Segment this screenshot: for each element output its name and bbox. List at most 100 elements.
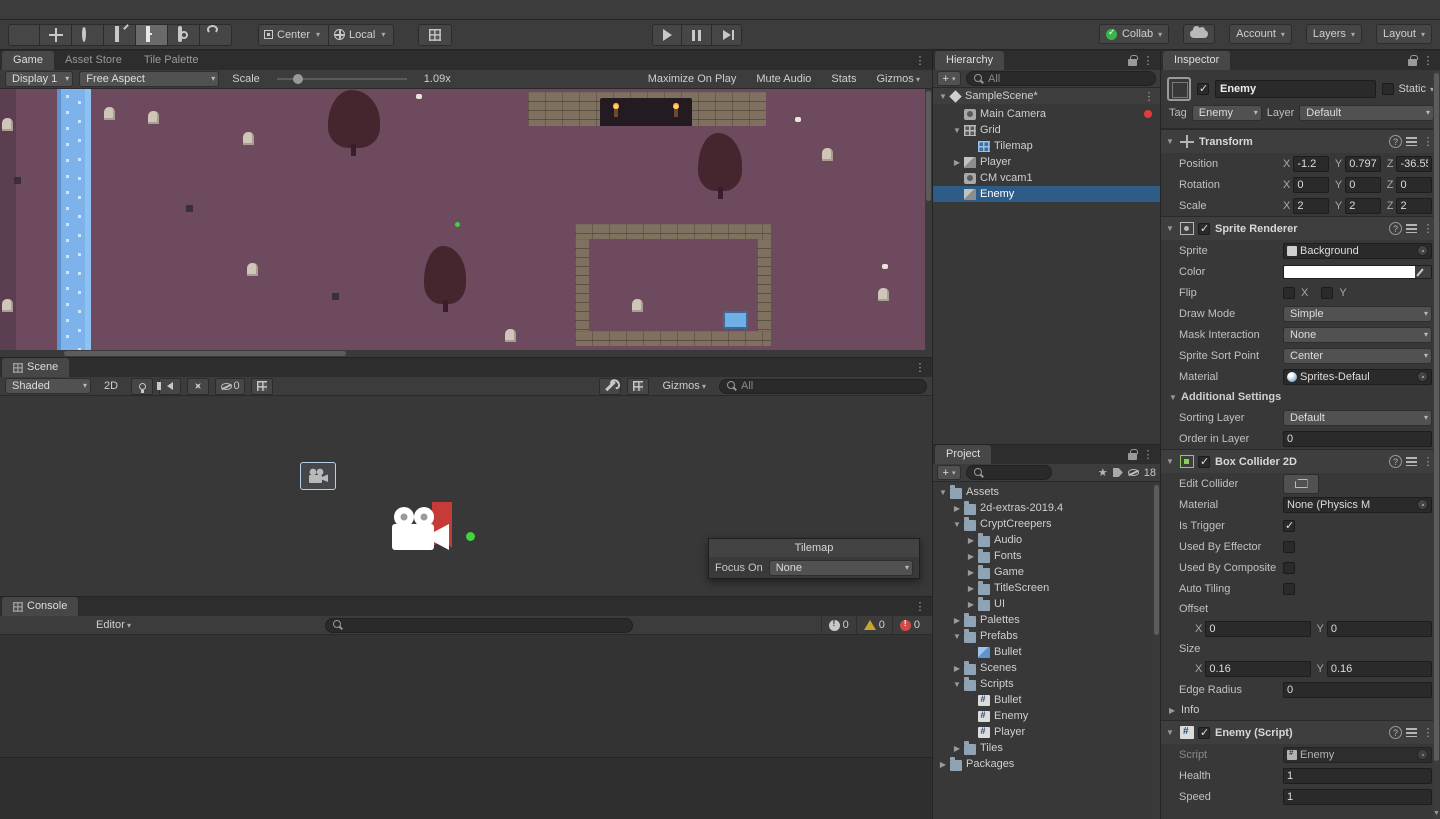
handle-rotation-button[interactable]: Local [329,23,395,46]
project-search[interactable] [966,465,1052,480]
project-item[interactable]: Fonts [933,548,1160,564]
step-button[interactable] [712,24,742,46]
hierarchy-search[interactable] [966,71,1156,86]
object-picker-icon[interactable] [1417,371,1428,382]
scale-z-field[interactable] [1396,197,1433,214]
project-scrollbar[interactable] [1153,483,1160,819]
presets-icon[interactable] [1406,137,1417,146]
component-enabled-checkbox[interactable] [1198,726,1210,739]
hierarchy-item[interactable]: Grid [933,122,1160,138]
game-viewport[interactable] [0,89,932,350]
help-icon[interactable] [1389,135,1402,148]
hierarchy-item[interactable]: Tilemap [933,138,1160,154]
flip-y-checkbox[interactable] [1321,286,1334,299]
more-icon[interactable] [1141,448,1155,461]
console-search-input[interactable] [347,619,626,631]
create-button[interactable]: + [937,465,961,480]
pause-button[interactable] [682,24,712,46]
foldout-arrow[interactable] [951,632,963,641]
object-picker-icon[interactable] [1417,245,1428,256]
search-by-type-icon[interactable] [1098,466,1108,479]
foldout-arrow[interactable] [951,520,963,529]
foldout-arrow[interactable] [1169,393,1179,402]
edit-collider-button[interactable] [1283,473,1319,494]
static-dropdown[interactable]: Static [1382,83,1434,95]
project-item[interactable]: Audio [933,532,1160,548]
shading-dropdown[interactable]: Shaded [5,378,91,394]
scrollbar-thumb[interactable] [1154,485,1159,635]
camera-settings-dropdown[interactable] [627,377,650,395]
foldout-arrow[interactable] [965,536,977,545]
physics-material-field[interactable]: None (Physics M [1283,496,1432,513]
lock-icon[interactable] [1128,54,1138,66]
additional-settings-foldout[interactable]: Additional Settings [1161,387,1440,407]
edge-radius-field[interactable] [1283,681,1432,698]
rotation-z-field[interactable] [1396,176,1433,193]
rotation-y-field[interactable] [1345,176,1381,193]
lock-icon[interactable] [1408,54,1418,66]
scrollbar-thumb[interactable] [1434,73,1439,762]
hierarchy-item[interactable]: CM vcam1 [933,170,1160,186]
help-icon[interactable] [1389,726,1402,739]
hierarchy-scene-row[interactable]: SampleScene* [933,88,1160,104]
more-icon[interactable] [913,361,927,374]
tab-console[interactable]: Console [2,597,79,616]
inspector-scrollbar[interactable] [1433,71,1440,819]
transform-header[interactable]: Transform [1161,129,1440,153]
foldout-arrow[interactable] [937,760,949,769]
sprite-sort-point-dropdown[interactable]: Center [1283,347,1432,364]
project-item[interactable]: Packages [933,756,1160,772]
project-item[interactable]: UI [933,596,1160,612]
warning-count-toggle[interactable]: 0 [855,616,892,634]
foldout-arrow[interactable] [1169,706,1179,715]
project-item[interactable]: Game [933,564,1160,580]
component-tools-button[interactable] [599,377,622,395]
scrollbar-thumb[interactable] [64,351,346,356]
foldout-arrow[interactable] [965,600,977,609]
presets-icon[interactable] [1406,224,1417,233]
pivot-button[interactable]: Center [258,23,330,46]
object-picker-icon[interactable] [1417,499,1428,510]
tab-tile-palette[interactable]: Tile Palette [133,51,210,70]
tab-game[interactable]: Game [2,51,54,70]
tab-project[interactable]: Project [935,445,992,464]
layers-dropdown[interactable]: Layers [1305,24,1362,44]
foldout-arrow[interactable] [951,504,963,513]
foldout-arrow[interactable] [1166,457,1176,466]
order-in-layer-field[interactable] [1283,430,1432,447]
project-item[interactable]: Tiles [933,740,1160,756]
tag-dropdown[interactable]: Enemy [1191,105,1262,121]
rotate-tool-button[interactable] [72,23,104,46]
presets-icon[interactable] [1406,457,1417,466]
green-handle-dot[interactable] [466,532,475,541]
scene-search[interactable] [719,378,927,394]
foldout-arrow[interactable] [965,584,977,593]
console-log-list[interactable] [0,635,932,757]
scale-slider-thumb[interactable] [292,74,303,84]
hierarchy-item[interactable]: Enemy [933,186,1160,202]
tab-hierarchy[interactable]: Hierarchy [935,51,1005,70]
health-field[interactable] [1283,767,1432,784]
custom-tool-button[interactable] [200,23,232,46]
component-enabled-checkbox[interactable] [1198,222,1210,235]
more-icon[interactable] [1141,54,1155,67]
material-field[interactable]: Sprites-Defaul [1283,368,1432,385]
size-y-field[interactable] [1326,660,1432,677]
lock-icon[interactable] [1128,448,1138,460]
collab-button[interactable]: Collab [1098,24,1170,44]
rotation-x-field[interactable] [1293,176,1329,193]
aspect-dropdown[interactable]: Free Aspect [79,71,220,87]
hierarchy-search-input[interactable] [988,72,1148,85]
error-count-toggle[interactable]: 0 [891,616,927,634]
game-horizontal-scrollbar[interactable] [0,350,932,357]
maximize-on-play-button[interactable]: Maximize On Play [641,70,744,88]
help-icon[interactable] [1389,222,1402,235]
scale-y-field[interactable] [1345,197,1381,214]
move-tool-button[interactable] [40,23,72,46]
project-item[interactable]: Player [933,724,1160,740]
layout-dropdown[interactable]: Layout [1375,24,1432,44]
flip-x-checkbox[interactable] [1283,286,1295,299]
size-x-field[interactable] [1205,660,1311,677]
game-gizmos-dropdown[interactable]: Gizmos [869,70,927,89]
scene-visibility-toggle[interactable]: 0 [215,377,246,395]
